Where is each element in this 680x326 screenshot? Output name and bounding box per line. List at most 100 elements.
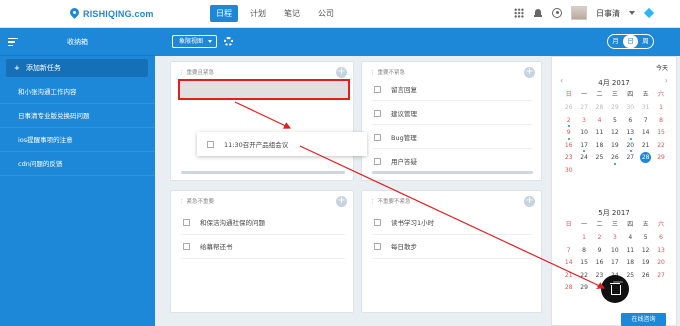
- calendar-day[interactable]: 22: [576, 270, 591, 283]
- task-checkbox[interactable]: [374, 85, 381, 93]
- task-checkbox[interactable]: [374, 157, 381, 165]
- calendar-day[interactable]: 1: [653, 102, 668, 115]
- calendar-day[interactable]: 18: [623, 257, 638, 270]
- calendar-day[interactable]: 15: [653, 127, 668, 140]
- calendar-day[interactable]: 29: [607, 102, 622, 115]
- calendar-day[interactable]: 17: [576, 140, 591, 153]
- calendar-day[interactable]: 12: [607, 127, 622, 140]
- calendar-day[interactable]: 20: [623, 140, 638, 153]
- trash-icon[interactable]: [601, 275, 629, 303]
- task-checkbox[interactable]: [207, 140, 214, 148]
- calendar-day[interactable]: 19: [607, 140, 622, 153]
- calendar-day[interactable]: 21: [561, 270, 576, 283]
- calendar-day[interactable]: 4: [592, 115, 607, 128]
- calendar-day[interactable]: 2: [561, 115, 576, 128]
- task-item[interactable]: 每日散步: [374, 241, 417, 251]
- calendar-day[interactable]: 27: [576, 102, 591, 115]
- task-checkbox[interactable]: [183, 218, 190, 226]
- nav-tab-plan[interactable]: 计划: [244, 5, 272, 22]
- calendar-day[interactable]: 12: [638, 245, 653, 258]
- calendar-day-today[interactable]: 28: [638, 152, 653, 165]
- user-icon[interactable]: [552, 8, 562, 18]
- calendar-day[interactable]: 22: [653, 140, 668, 153]
- add-task-icon[interactable]: +: [524, 67, 535, 78]
- user-name[interactable]: 日事清: [596, 8, 620, 19]
- calendar-day[interactable]: 13: [653, 245, 668, 258]
- calendar-day[interactable]: 11: [623, 245, 638, 258]
- diamond-icon[interactable]: [644, 8, 654, 18]
- dragging-task-card[interactable]: 11:30召开产品组会议: [197, 132, 367, 156]
- task-item[interactable]: 留言回复: [374, 84, 417, 94]
- calendar-day[interactable]: 26: [607, 152, 622, 165]
- calendar-day[interactable]: 11: [592, 127, 607, 140]
- calendar-day[interactable]: 8: [576, 245, 591, 258]
- calendar-day[interactable]: 4: [623, 232, 638, 245]
- calendar-day[interactable]: 19: [638, 257, 653, 270]
- quadrant-scrollbar[interactable]: [181, 171, 345, 174]
- calendar-day[interactable]: 21: [638, 140, 653, 153]
- calendar-day[interactable]: 30: [623, 102, 638, 115]
- inbox-item[interactable]: cdn问题的反馈: [0, 152, 155, 176]
- chevron-left-icon[interactable]: ‹: [560, 76, 563, 85]
- nav-tab-schedule[interactable]: 日程: [210, 5, 238, 22]
- quadrant-scrollbar[interactable]: [372, 171, 533, 174]
- calendar-day[interactable]: 5: [607, 115, 622, 128]
- calendar-day[interactable]: 24: [576, 152, 591, 165]
- avatar[interactable]: [571, 6, 587, 20]
- calendar-day[interactable]: 5: [638, 232, 653, 245]
- calendar-day[interactable]: 9: [561, 127, 576, 140]
- calendar-day[interactable]: 6: [623, 115, 638, 128]
- view-select[interactable]: 象限视图: [172, 35, 217, 48]
- calendar-day[interactable]: 28: [561, 282, 576, 295]
- calendar-day[interactable]: 16: [592, 257, 607, 270]
- chevron-right-icon[interactable]: ›: [665, 76, 668, 85]
- calendar-day[interactable]: 15: [576, 257, 591, 270]
- calendar-day[interactable]: 31: [638, 102, 653, 115]
- chevron-down-icon[interactable]: [629, 11, 635, 15]
- view-month[interactable]: 月: [608, 35, 623, 48]
- calendar-day[interactable]: 10: [576, 127, 591, 140]
- calendar-day[interactable]: 6: [653, 232, 668, 245]
- view-week[interactable]: 周: [638, 35, 653, 48]
- calendar-day[interactable]: 9: [592, 245, 607, 258]
- calendar-day[interactable]: 26: [561, 102, 576, 115]
- calendar-day[interactable]: 29: [653, 152, 668, 165]
- calendar-day[interactable]: 1: [576, 232, 591, 245]
- inbox-item[interactable]: 日事清专业版兑换码问题: [0, 104, 155, 128]
- add-task-icon[interactable]: +: [524, 196, 535, 207]
- add-task-button[interactable]: + 添加新任务: [6, 59, 148, 77]
- calendar-day[interactable]: 16: [561, 140, 576, 153]
- nav-tab-notes[interactable]: 笔记: [278, 5, 306, 22]
- task-checkbox[interactable]: [183, 242, 190, 250]
- calendar-day[interactable]: 8: [653, 115, 668, 128]
- calendar-day[interactable]: 7: [638, 115, 653, 128]
- online-consult-button[interactable]: 在线咨询: [621, 313, 666, 326]
- calendar-day[interactable]: 27: [653, 270, 668, 283]
- inbox-item[interactable]: ios提醒事项的注意: [0, 128, 155, 152]
- add-task-icon[interactable]: +: [336, 196, 347, 207]
- apps-grid-icon[interactable]: [514, 8, 524, 18]
- calendar-day[interactable]: 14: [561, 257, 576, 270]
- calendar-day[interactable]: 7: [561, 245, 576, 258]
- calendar-day[interactable]: 29: [576, 282, 591, 295]
- task-item[interactable]: 建议管理: [374, 108, 417, 118]
- task-checkbox[interactable]: [374, 242, 381, 250]
- inbox-item[interactable]: 和小张沟通工作内容: [0, 80, 155, 104]
- calendar-day[interactable]: 13: [623, 127, 638, 140]
- calendar-day[interactable]: 2: [592, 232, 607, 245]
- task-checkbox[interactable]: [374, 109, 381, 117]
- calendar-day[interactable]: 28: [592, 102, 607, 115]
- calendar-day[interactable]: 26: [638, 270, 653, 283]
- calendar-day[interactable]: 3: [607, 232, 622, 245]
- nav-tab-company[interactable]: 公司: [312, 5, 340, 22]
- bell-icon[interactable]: [533, 8, 543, 18]
- view-day[interactable]: 日: [623, 35, 638, 48]
- logo[interactable]: RISHIQING.com: [70, 8, 154, 19]
- task-checkbox[interactable]: [374, 133, 381, 141]
- calendar-day[interactable]: 27: [623, 152, 638, 165]
- calendar-day[interactable]: 18: [592, 140, 607, 153]
- task-item[interactable]: 和保洁沟通社保的问题: [183, 217, 265, 227]
- gear-icon[interactable]: [224, 37, 233, 46]
- task-item[interactable]: Bug管理: [374, 132, 417, 142]
- task-item[interactable]: 读书学习1小时: [374, 217, 434, 227]
